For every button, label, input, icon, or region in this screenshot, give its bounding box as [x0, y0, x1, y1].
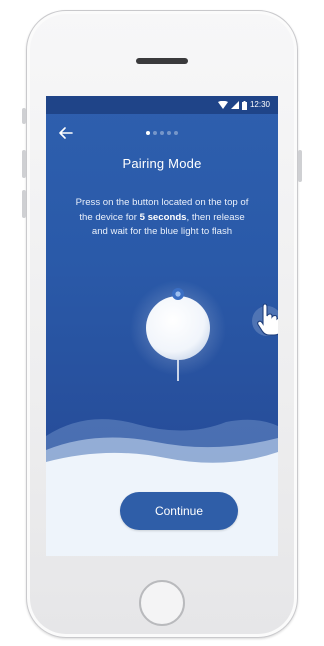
power-button: [298, 150, 302, 182]
status-icons: 12:30: [217, 99, 270, 111]
continue-button[interactable]: Continue: [120, 492, 238, 530]
page-indicator: [46, 131, 278, 135]
status-bar: 12:30: [46, 96, 278, 114]
page-dot: [160, 131, 164, 135]
status-time: 12:30: [249, 100, 270, 109]
volume-down-button: [22, 190, 26, 218]
page-dot: [174, 131, 178, 135]
page-dot: [153, 131, 157, 135]
battery-icon: [241, 100, 247, 110]
wifi-icon: [217, 101, 228, 109]
instructions-emphasis: 5 seconds: [139, 211, 187, 223]
volume-up-button: [22, 150, 26, 178]
page-title: Pairing Mode: [122, 156, 202, 171]
hand-pointer-icon: [252, 303, 278, 336]
home-button[interactable]: [139, 580, 185, 626]
app-screen: 12:30 Pairing Mode Press on the button l…: [46, 96, 278, 556]
signal-icon: [230, 101, 239, 109]
page-dot: [167, 131, 171, 135]
wave-decoration: [46, 419, 278, 556]
instructions-text: Press on the button located on the top o…: [72, 196, 252, 240]
page-dot: [146, 131, 150, 135]
phone-mockup: 12:30 Pairing Mode Press on the button l…: [0, 0, 324, 646]
earpiece-speaker: [136, 58, 188, 64]
mute-switch: [22, 108, 26, 124]
